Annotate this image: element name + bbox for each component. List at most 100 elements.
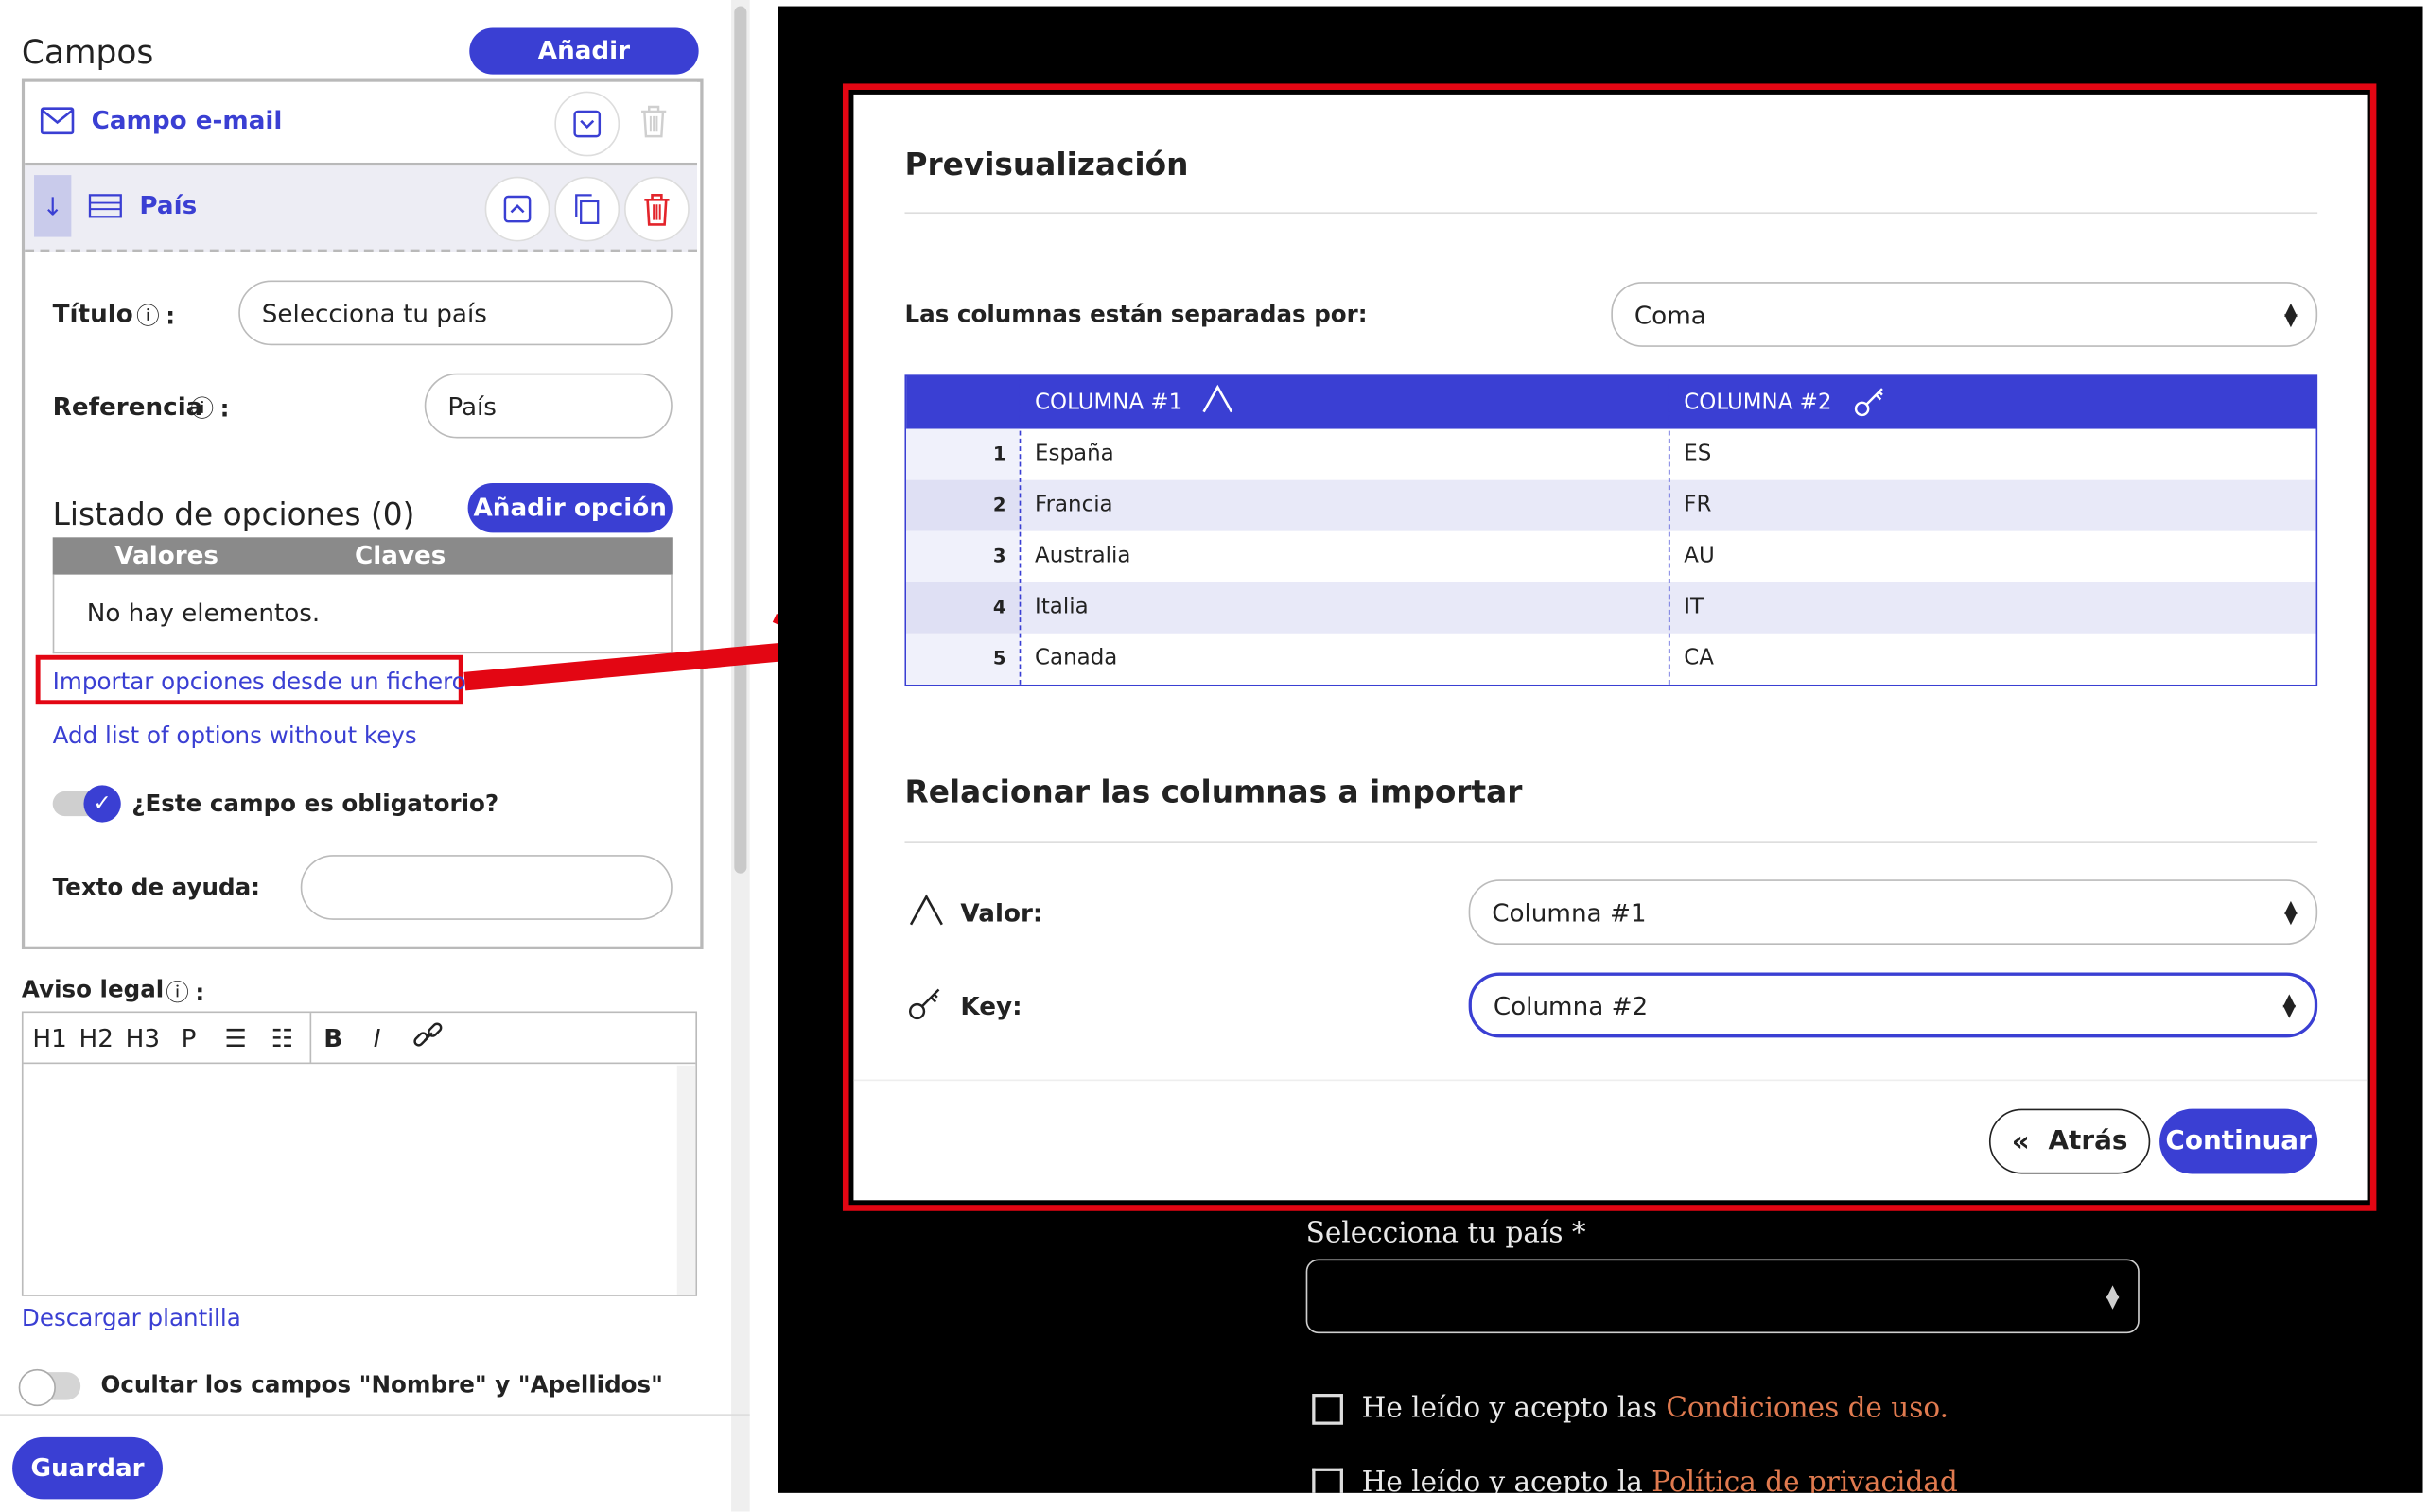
h3-button[interactable]: H3 (126, 1024, 160, 1053)
editor-toolbar (23, 1013, 696, 1065)
key-column-value: Columna #2 (1493, 990, 1649, 1020)
help-icon[interactable]: ⓘ: (166, 976, 204, 1008)
duplicate-field-button[interactable] (554, 176, 620, 242)
help-text-input[interactable] (300, 855, 673, 920)
add-option-button[interactable]: Añadir opción (467, 482, 673, 533)
add-list-link[interactable]: Add list of options without keys (53, 721, 417, 749)
divider (904, 841, 2318, 843)
column-2-cell: CA (1684, 645, 1714, 671)
expand-field-button[interactable] (554, 91, 620, 157)
title-input[interactable]: Selecciona tu país (238, 280, 673, 346)
column-2-cell: AU (1684, 543, 1715, 569)
back-button[interactable]: « Atrás (1988, 1108, 2151, 1174)
bullet-list-icon[interactable]: ☰ (224, 1024, 246, 1053)
letter-a-icon (908, 894, 945, 934)
footer-divider (0, 1414, 750, 1416)
preview-table: COLUMNA #1 COLUMNA #2 1 España ES 2 Francia F… (904, 374, 2318, 686)
drag-handle-icon[interactable]: ↓ (34, 175, 72, 237)
help-icon[interactable]: ⓘ: (190, 391, 229, 424)
paragraph-button[interactable]: P (182, 1024, 197, 1053)
row-number: 3 (992, 545, 1006, 567)
link-icon[interactable] (412, 1019, 444, 1060)
column-1-cell: España (1035, 441, 1114, 466)
terms-checkbox[interactable] (1312, 1394, 1343, 1425)
row-number: 2 (992, 494, 1006, 516)
collapse-field-button[interactable] (484, 176, 550, 242)
column-2-cell: IT (1684, 594, 1704, 620)
column-1-cell: Australia (1035, 543, 1131, 569)
preview-table-row: 1 España ES (906, 428, 2316, 480)
toggle-knob[interactable] (18, 1368, 56, 1407)
terms-link[interactable]: Condiciones de uso. (1666, 1392, 1948, 1424)
privacy-checkbox[interactable] (1312, 1468, 1343, 1493)
column-separator (1019, 375, 1022, 685)
h1-button[interactable]: H1 (32, 1024, 66, 1053)
trash-icon-disabled (638, 104, 670, 145)
separator-select[interactable]: Coma ▲ ▼ (1611, 282, 2318, 347)
trash-icon (644, 194, 670, 226)
h2-button[interactable]: H2 (79, 1024, 114, 1053)
country-field-label: Selecciona tu país * (1305, 1217, 1586, 1250)
double-chevron-left-icon: « (2011, 1124, 2030, 1158)
column-1-cell: Italia (1035, 594, 1089, 620)
copy-icon (575, 194, 600, 224)
preview-table-row: 2 Francia FR (906, 479, 2316, 531)
privacy-text-clip: He leído y acepto la Política de privaci… (1362, 1467, 2292, 1493)
envelope-icon (40, 107, 75, 141)
field-row-email[interactable]: Campo e-mail (25, 81, 698, 166)
field-label-email[interactable]: Campo e-mail (92, 105, 283, 134)
row-number: 5 (992, 647, 1006, 669)
field-row-country[interactable]: ↓ País (25, 165, 698, 252)
italic-button[interactable]: I (374, 1024, 381, 1053)
toolbar-divider (309, 1013, 312, 1063)
add-element-button[interactable]: Añadir elemento (469, 27, 699, 112)
select-caret-icon: ▲ ▼ (2283, 299, 2298, 330)
col-values-header: Valores (114, 540, 219, 570)
privacy-label: He leído y acepto la (1361, 1466, 1652, 1493)
import-options-link[interactable]: Importar opciones desde un fichero (53, 668, 466, 695)
preview-table-row: 3 Australia AU (906, 530, 2316, 582)
editor-scrollbar[interactable] (676, 1065, 696, 1295)
check-icon[interactable]: ✓ (83, 785, 121, 823)
value-column-select[interactable]: Columna #1 ▲ ▼ (1468, 879, 2318, 946)
key-column-select[interactable]: Columna #2 ▲ ▼ (1468, 972, 2318, 1038)
reference-input[interactable]: País (424, 373, 673, 439)
privacy-text: He leído y acepto la Política de privaci… (1362, 1467, 1958, 1493)
legal-notice-label: Aviso legal (21, 975, 165, 1004)
rich-text-editor[interactable]: H1 H2 H3 P ☰ ☷ B I (21, 1011, 698, 1296)
field-label-country[interactable]: País (139, 190, 197, 219)
options-table-header: Valores Claves (52, 537, 673, 575)
delete-field-button[interactable] (624, 176, 690, 242)
empty-message: No hay elementos. (86, 598, 321, 628)
key-icon (906, 985, 943, 1029)
privacy-link[interactable]: Política de privacidad (1651, 1467, 1958, 1493)
divider (904, 212, 2318, 215)
fields-heading: Campos (21, 34, 154, 72)
select-caret-icon: ▲ ▼ (2106, 1280, 2120, 1312)
back-button-label: Atrás (2048, 1125, 2128, 1157)
column-separator (1668, 375, 1670, 685)
value-column-value: Columna #1 (1492, 897, 1647, 928)
preview-table-row: 5 Canada CA (906, 633, 2316, 685)
column-2-header: COLUMNA #2 (1684, 390, 1832, 415)
row-number: 4 (992, 596, 1006, 618)
footer-divider (853, 1079, 2368, 1082)
country-select[interactable]: ▲ ▼ (1305, 1259, 2140, 1334)
numbered-list-icon[interactable]: ☷ (271, 1024, 293, 1053)
col-keys-header: Claves (355, 540, 446, 570)
bold-button[interactable]: B (323, 1024, 342, 1053)
preview-table-row: 4 Italia IT (906, 582, 2316, 634)
column-1-cell: Canada (1035, 645, 1118, 671)
help-text-label: Texto de ayuda: (52, 873, 260, 902)
continue-button[interactable]: Continuar (2159, 1108, 2318, 1174)
select-caret-icon: ▲ ▼ (2283, 896, 2298, 929)
panel-scrollbar-thumb[interactable] (734, 6, 747, 874)
help-icon[interactable]: ⓘ: (136, 299, 175, 331)
terms-label: He leído y acepto las (1361, 1392, 1667, 1425)
select-field-icon (88, 192, 122, 226)
preview-title: Previsualización (904, 145, 1189, 183)
letter-a-icon (1200, 384, 1234, 421)
save-button[interactable]: Guardar (12, 1436, 163, 1500)
download-template-link[interactable]: Descargar plantilla (22, 1304, 241, 1331)
import-modal: Previsualización Las columnas están sepa… (853, 94, 2368, 1201)
